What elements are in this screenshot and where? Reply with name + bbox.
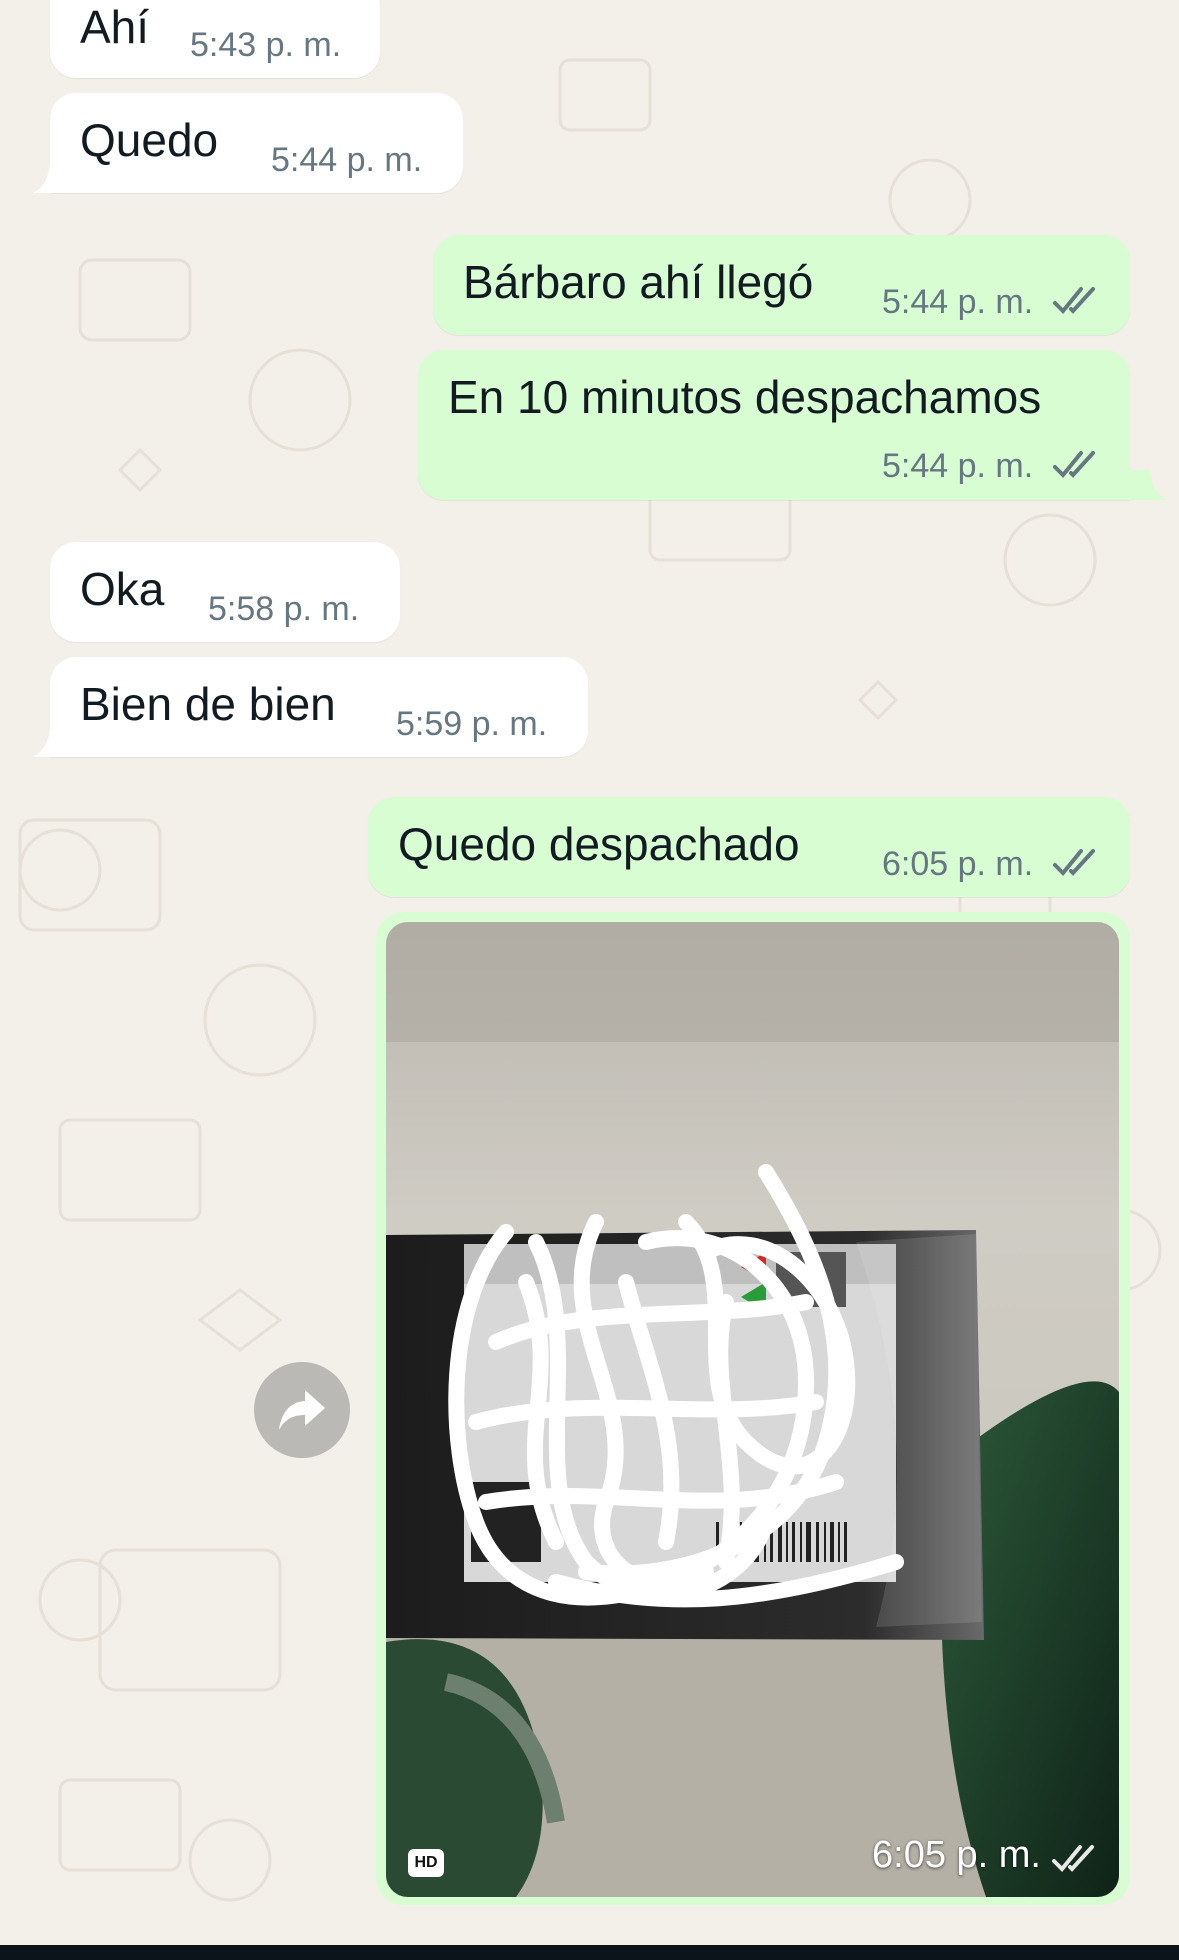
double-check-icon [1053,287,1095,314]
bottom-edge-bar [0,1945,1179,1960]
message-bubble-outgoing[interactable]: En 10 minutos despachamos 5:44 p. m. [418,350,1130,500]
bubble-tail [32,163,72,193]
message-text: Oka [80,563,165,615]
message-text: En 10 minutos despachamos [448,371,1042,423]
message-text: Quedo despachado [398,818,800,870]
message-bubble-outgoing[interactable]: Quedo despachado 6:05 p. m. [368,797,1130,897]
message-time: 5:58 p. m. [208,590,360,628]
double-check-icon [1053,849,1095,876]
message-text: Quedo [80,114,219,166]
double-check-icon [1053,451,1095,478]
package-photo [386,922,1119,1897]
message-bubble-outgoing[interactable]: Bárbaro ahí llegó 5:44 p. m. [433,235,1130,335]
forward-icon [279,1390,325,1430]
forward-button[interactable] [254,1362,350,1458]
message-text: Bárbaro ahí llegó [463,256,814,308]
message-bubble-incoming[interactable]: Quedo 5:44 p. m. [50,93,463,193]
message-time: 5:44 p. m. [882,283,1034,321]
message-time: 6:05 p. m. [872,1834,1041,1876]
message-bubble-incoming[interactable]: Oka 5:58 p. m. [50,542,400,642]
message-text: Bien de bien [80,678,336,730]
message-time: 5:44 p. m. [882,447,1034,485]
message-bubble-incoming[interactable]: Bien de bien 5:59 p. m. [50,657,588,757]
message-bubble-incoming[interactable]: Ahí 5:43 p. m. [50,0,380,78]
image-message-bubble[interactable]: HD 6:05 p. m. [376,912,1130,1905]
bubble-tail [1128,470,1168,500]
message-time: 5:44 p. m. [271,141,423,179]
bubble-tail [32,727,72,757]
message-time: 5:59 p. m. [396,705,548,743]
message-time: 5:43 p. m. [190,26,342,64]
message-text: Ahí [80,1,150,53]
hd-badge: HD [408,1849,444,1877]
message-time: 6:05 p. m. [882,845,1034,883]
chat-area[interactable]: Ahí 5:43 p. m. Quedo 5:44 p. m. Bárbaro … [0,0,1179,1945]
shared-photo[interactable]: HD 6:05 p. m. [386,922,1119,1897]
double-check-icon [1052,1845,1094,1872]
